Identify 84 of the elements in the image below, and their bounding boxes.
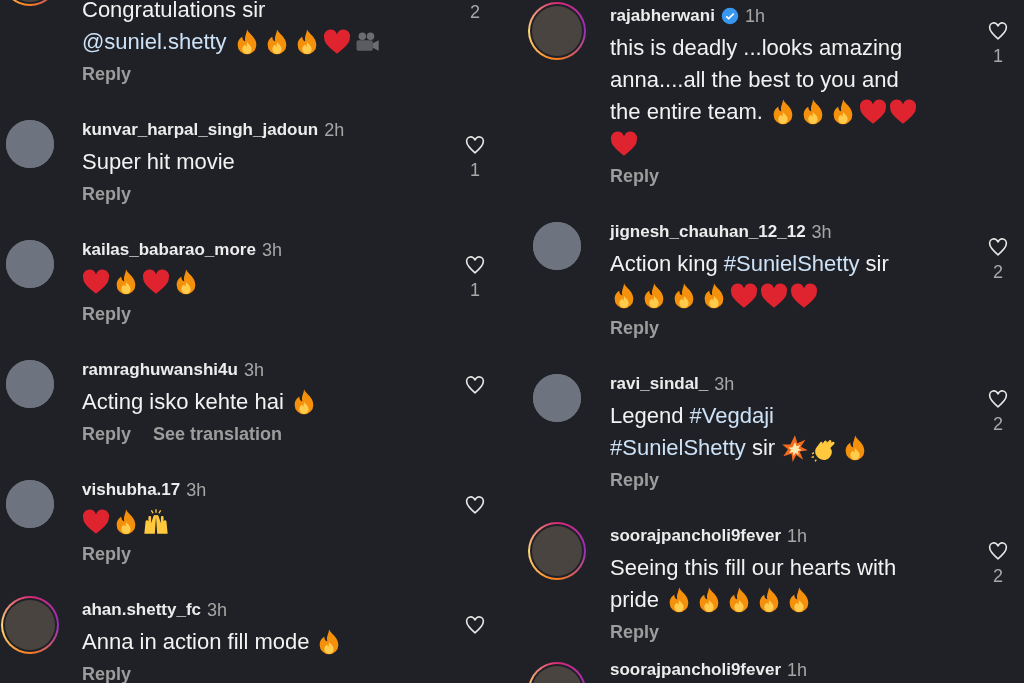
reply-link[interactable]: Reply (610, 165, 660, 187)
like-count: 2 (993, 262, 1003, 283)
heart-icon (730, 282, 758, 310)
like-count: 1 (993, 46, 1003, 67)
reply-link[interactable]: Reply (82, 543, 132, 565)
like-icon[interactable] (987, 236, 1009, 258)
heart-icon (82, 508, 110, 536)
username[interactable]: soorajpancholi9fever (610, 660, 781, 680)
like-count: 1 (470, 160, 480, 181)
like-icon[interactable] (464, 374, 486, 396)
heart-icon (858, 98, 887, 126)
reply-link[interactable]: Reply (82, 183, 132, 205)
hashtag-link[interactable]: #SunielShetty (610, 435, 746, 460)
like-icon[interactable] (987, 20, 1009, 42)
username[interactable]: jignesh_chauhan_12_12 (610, 222, 806, 242)
comment-text: Legend #Vegdaji (610, 403, 774, 429)
like-count: 2 (993, 566, 1003, 587)
heart-icon (610, 130, 638, 158)
comment-time: 1h (787, 525, 808, 547)
reply-link[interactable]: Reply (82, 423, 132, 445)
hashtag-link[interactable]: #Vegdaji (689, 403, 774, 428)
like-icon[interactable] (464, 614, 486, 636)
comment-time: 2h (324, 119, 345, 141)
comment-time: 3h (186, 479, 207, 501)
reply-link[interactable]: Reply (610, 317, 660, 339)
heart-icon (142, 268, 170, 296)
comment-time: 3h (207, 599, 228, 621)
like-count: 1 (470, 280, 480, 301)
raised-hands-icon (142, 508, 170, 536)
avatar[interactable] (528, 2, 586, 60)
avatar[interactable] (528, 522, 586, 580)
comment-text: pride (610, 587, 659, 613)
username[interactable]: rajabherwani (610, 6, 715, 26)
heart-icon (322, 28, 351, 56)
username[interactable]: vishubha.17 (82, 480, 181, 500)
username[interactable]: ravi_sindal_ (610, 374, 709, 394)
mention-link[interactable]: @suniel.shetty (82, 29, 227, 54)
reply-link[interactable]: Reply (82, 663, 132, 683)
comment-time: 3h (261, 239, 282, 261)
translation-link[interactable]: See translation (153, 423, 283, 445)
comment-time: 3h (811, 221, 832, 243)
username[interactable]: kunvar_harpal_singh_jadoun (82, 120, 319, 140)
comment-time: 1h (787, 660, 808, 681)
reply-link[interactable]: Reply (82, 63, 132, 85)
reply-link[interactable]: Reply (82, 303, 132, 325)
like-icon[interactable] (987, 540, 1009, 562)
reply-link[interactable]: Reply (610, 469, 660, 491)
like-icon[interactable] (987, 388, 1009, 410)
avatar[interactable] (6, 360, 54, 408)
comment-text: Congratulations sir (82, 0, 266, 23)
avatar[interactable] (6, 480, 54, 528)
like-icon[interactable] (464, 254, 486, 276)
avatar[interactable] (6, 120, 54, 168)
like-icon[interactable] (464, 134, 486, 156)
like-count: 2 (470, 2, 480, 23)
comment-text: Action king #SunielShetty sir (610, 251, 889, 277)
comment-text: this is deadly ...looks amazing (610, 35, 903, 61)
comment-text: Acting isko kehte hai (82, 389, 284, 415)
username[interactable]: ahan.shetty_fc (82, 600, 202, 620)
like-icon[interactable] (464, 494, 486, 516)
heart-icon (888, 98, 917, 126)
heart-icon (760, 282, 788, 310)
comment-time: 3h (243, 359, 264, 381)
comment-text: anna....all the best to you and (610, 67, 899, 93)
heart-icon (790, 282, 818, 310)
comment-time: 1h (744, 5, 765, 27)
heart-icon (82, 268, 110, 296)
username[interactable]: ramraghuwanshi4u (82, 360, 238, 380)
reply-link[interactable]: Reply (610, 621, 660, 643)
hashtag-link[interactable]: #SunielShetty (723, 251, 860, 276)
username[interactable]: soorajpancholi9fever (610, 526, 781, 546)
like-count: 2 (993, 414, 1003, 435)
comment-text: Anna in action fill mode (82, 629, 310, 655)
avatar[interactable] (6, 240, 54, 288)
comment-text: the entire team. (610, 99, 763, 125)
comment-text: #SunielShetty sir (610, 435, 776, 461)
username[interactable]: kailas_babarao_more (82, 240, 256, 260)
comment-text: Seeing this fill our hearts with (610, 555, 897, 581)
comment-time: 3h (714, 373, 735, 395)
burst-icon (781, 434, 810, 462)
avatar[interactable] (1, 596, 59, 654)
avatar[interactable] (533, 374, 581, 422)
comment-text: Super hit movie (82, 149, 235, 175)
avatar[interactable] (533, 222, 581, 270)
